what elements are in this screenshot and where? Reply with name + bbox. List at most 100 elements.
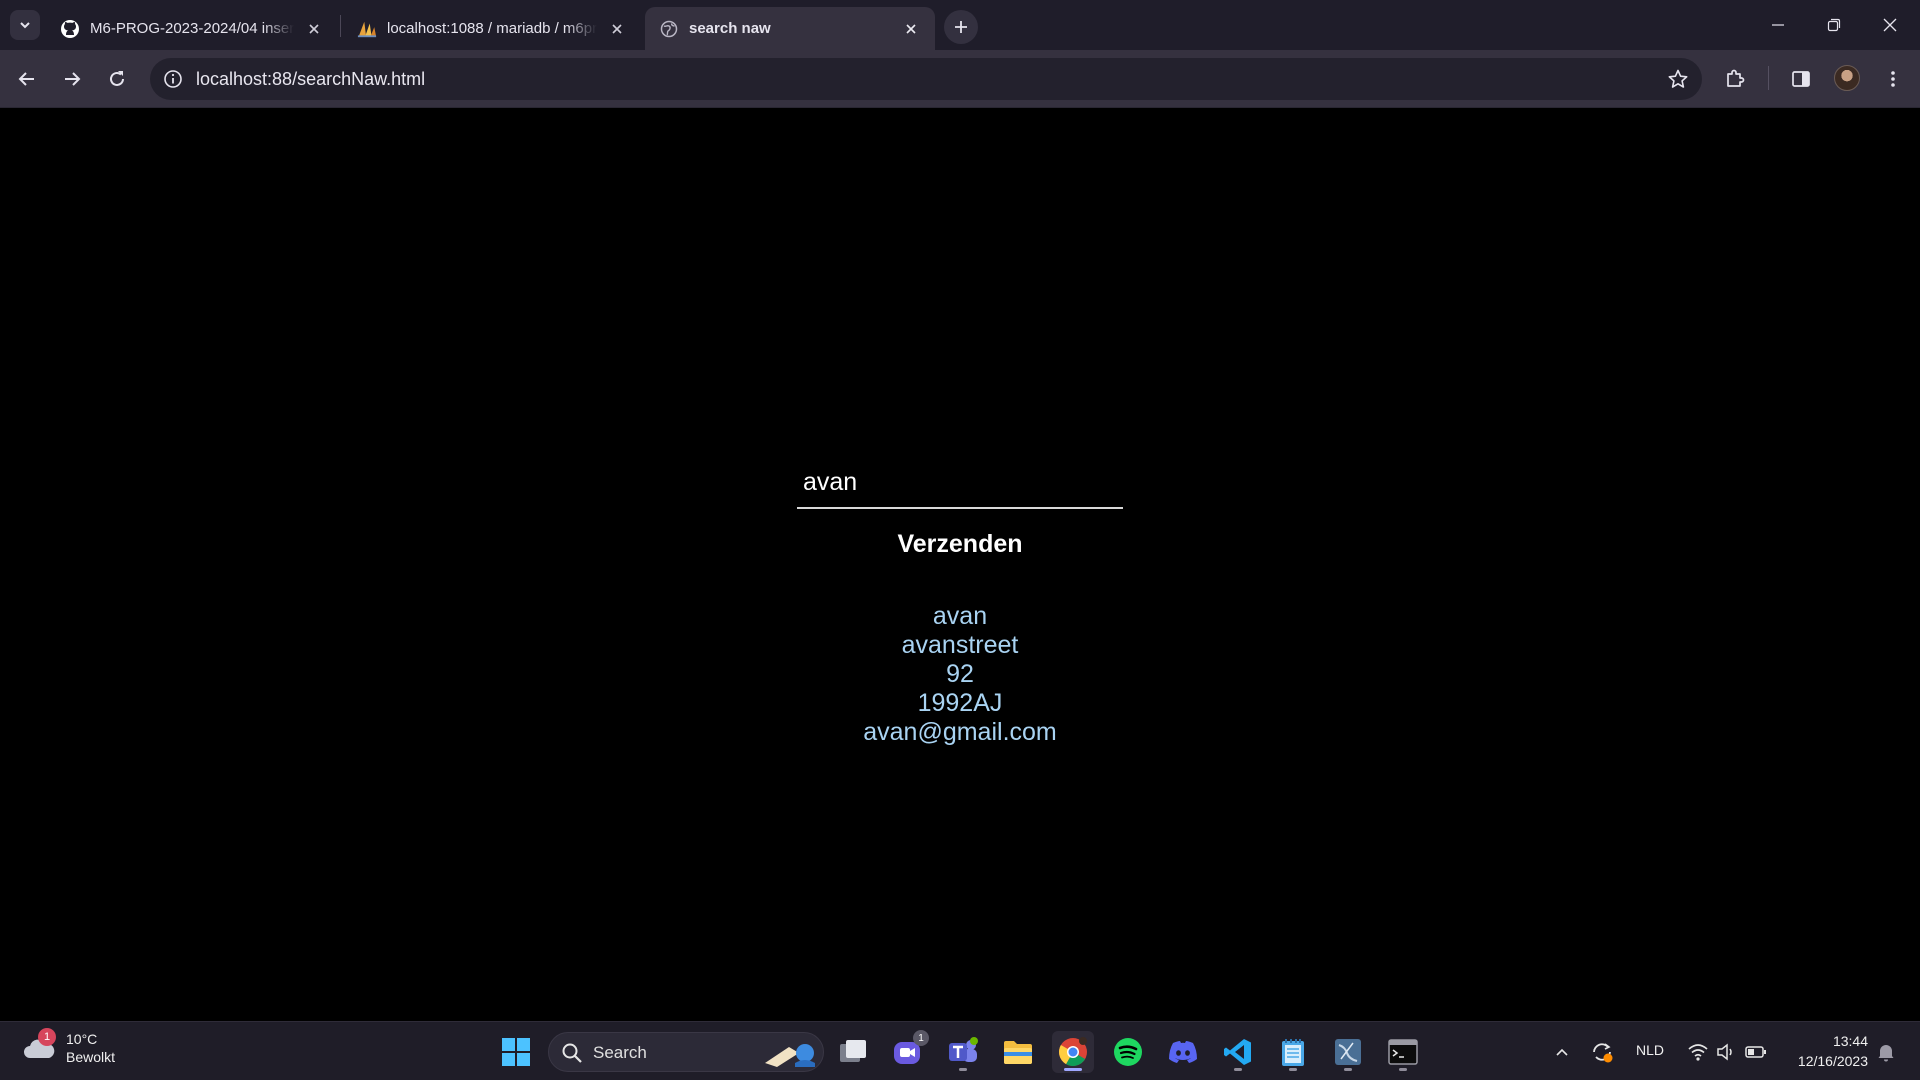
running-indicator: [1344, 1068, 1352, 1071]
teams-button[interactable]: [942, 1031, 984, 1073]
tab-title: localhost:1088 / mariadb / m6prog: [387, 20, 597, 37]
minimize-button[interactable]: [1750, 0, 1806, 50]
task-view-icon: [840, 1040, 866, 1062]
notepad-icon: [1282, 1039, 1304, 1066]
volume-button[interactable]: [1714, 1040, 1738, 1064]
tab-title: search naw: [689, 20, 771, 37]
folder-icon: [1004, 1041, 1032, 1064]
clock-time: 13:44: [1832, 1033, 1868, 1049]
system-clock[interactable]: 13:44 12/16/2023: [1780, 1031, 1868, 1071]
input-language[interactable]: NLD: [1636, 1042, 1664, 1058]
vscode-button[interactable]: [1217, 1031, 1259, 1073]
running-indicator: [1234, 1068, 1242, 1071]
restore-icon: [1827, 18, 1841, 32]
search-icon: [562, 1043, 582, 1063]
new-tab-button[interactable]: [944, 10, 978, 44]
profile-avatar[interactable]: [1834, 65, 1860, 91]
spotify-button[interactable]: [1107, 1031, 1149, 1073]
reload-icon: [110, 71, 124, 86]
tab-search-naw[interactable]: search naw: [645, 7, 935, 50]
wifi-button[interactable]: [1686, 1040, 1710, 1064]
close-icon[interactable]: [901, 19, 921, 39]
tab-phpmyadmin[interactable]: localhost:1088 / mariadb / m6prog: [343, 7, 641, 50]
weather-temperature: 10°C: [66, 1031, 98, 1047]
submit-button[interactable]: Verzenden: [860, 524, 1060, 564]
search-highlight-icon: [765, 1044, 815, 1067]
sync-icon: [1593, 1043, 1613, 1063]
browser-tab-strip: M6-PROG-2023-2024/04 insert localhost:10…: [0, 0, 1920, 50]
running-indicator: [959, 1068, 967, 1071]
task-view-button[interactable]: [832, 1031, 874, 1073]
weather-condition: Bewolkt: [66, 1049, 116, 1065]
search-results: avan avanstreet 92 1992AJ avan@gmail.com: [760, 602, 1160, 747]
arrow-right-icon: [65, 72, 81, 86]
sync-status-button[interactable]: [1590, 1040, 1614, 1064]
speaker-icon: [1717, 1043, 1732, 1061]
result-name: avan: [932, 602, 988, 630]
search-field-wrapper: [797, 457, 1123, 509]
address-url[interactable]: localhost:88/searchNaw.html: [196, 69, 425, 90]
battery-icon: [1745, 1046, 1766, 1058]
discord-button[interactable]: [1162, 1031, 1204, 1073]
extensions-button[interactable]: [1718, 62, 1752, 96]
arrow-left-icon: [18, 72, 34, 86]
puzzle-icon: [1727, 69, 1745, 87]
browser-menu-button[interactable]: [1876, 62, 1910, 96]
search-input[interactable]: [797, 457, 1123, 507]
start-button[interactable]: [495, 1031, 537, 1073]
close-icon[interactable]: [304, 19, 324, 39]
address-bar[interactable]: localhost:88/searchNaw.html: [150, 58, 1702, 100]
restore-button[interactable]: [1806, 0, 1862, 50]
plus-icon: [955, 21, 967, 33]
discord-icon: [1169, 1041, 1197, 1063]
minimize-icon: [1772, 24, 1784, 26]
close-window-button[interactable]: [1862, 0, 1918, 50]
globe-icon: [659, 19, 679, 39]
spotify-icon: [1114, 1038, 1142, 1066]
sql-workbench-button[interactable]: [1327, 1031, 1369, 1073]
clock-date: 12/16/2023: [1797, 1053, 1868, 1069]
toolbar-divider: [1768, 66, 1769, 90]
running-indicator: [1399, 1068, 1407, 1071]
file-explorer-button[interactable]: [997, 1031, 1039, 1073]
more-vertical-icon: [1891, 71, 1895, 87]
close-icon: [1883, 18, 1897, 32]
close-icon[interactable]: [607, 19, 627, 39]
weather-widget[interactable]: 1 10°C Bewolkt: [22, 1028, 116, 1066]
chrome-icon: [1059, 1037, 1087, 1066]
back-button[interactable]: [10, 62, 44, 96]
notepad-button[interactable]: [1272, 1031, 1314, 1073]
info-icon[interactable]: [160, 66, 186, 92]
bookmark-star-icon[interactable]: [1666, 67, 1690, 91]
github-icon: [60, 19, 80, 39]
chat-app-button[interactable]: 1: [887, 1030, 929, 1073]
notifications-button[interactable]: [1874, 1040, 1898, 1064]
tab-github[interactable]: M6-PROG-2023-2024/04 insert: [46, 7, 338, 50]
result-email: avan@gmail.com: [863, 718, 1057, 746]
phpmyadmin-icon: [357, 19, 377, 39]
tab-search-button[interactable]: [10, 10, 40, 40]
side-panel-button[interactable]: [1784, 62, 1818, 96]
result-house-number: 92: [946, 660, 974, 688]
terminal-button[interactable]: [1382, 1031, 1424, 1073]
chevron-up-icon: [1556, 1048, 1568, 1056]
terminal-icon: [1388, 1039, 1418, 1065]
windows-logo-icon: [502, 1038, 530, 1066]
active-indicator: [1064, 1068, 1082, 1071]
browser-toolbar: localhost:88/searchNaw.html: [0, 50, 1920, 108]
taskbar-search-label: Search: [593, 1043, 647, 1062]
teams-icon: [949, 1037, 978, 1062]
database-workbench-icon: [1335, 1039, 1361, 1065]
taskbar-search[interactable]: Search: [548, 1032, 824, 1072]
tab-title: M6-PROG-2023-2024/04 insert: [90, 20, 294, 37]
windows-taskbar: 1 10°C Bewolkt Search 1 NLD 13:44 12/16/…: [0, 1021, 1920, 1080]
reload-button[interactable]: [100, 62, 134, 96]
weather-badge: 1: [38, 1028, 56, 1046]
page-content: Verzenden avan avanstreet 92 1992AJ avan…: [0, 109, 1920, 1021]
vscode-icon: [1224, 1039, 1251, 1065]
show-hidden-icons-button[interactable]: [1550, 1040, 1574, 1064]
forward-button[interactable]: [55, 62, 89, 96]
running-indicator: [1289, 1068, 1297, 1071]
battery-button[interactable]: [1744, 1040, 1768, 1064]
chrome-button[interactable]: [1052, 1031, 1094, 1073]
